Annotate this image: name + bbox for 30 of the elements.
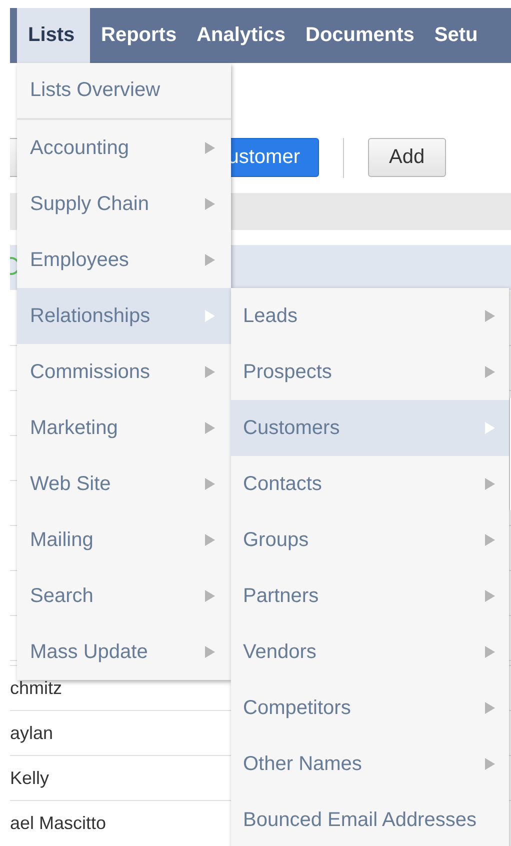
menu-item[interactable]: Prospects	[231, 344, 509, 400]
nav-tab[interactable]: Documents	[294, 8, 424, 63]
menu-item[interactable]: Search	[17, 568, 231, 624]
menu-item[interactable]: Relationships	[17, 288, 231, 344]
nav-tab[interactable]: Lists	[17, 8, 90, 63]
menu-item[interactable]: Partners	[231, 568, 509, 624]
table-cell: chmitz	[10, 678, 62, 698]
menu-item[interactable]: Supply Chain	[17, 176, 231, 232]
menu-item[interactable]: Customers	[231, 400, 509, 456]
menu-item[interactable]: Commissions	[17, 344, 231, 400]
menu-item[interactable]: Other Names	[231, 736, 509, 792]
button[interactable]: Add	[368, 138, 446, 177]
table-cell: ael Mascitto	[10, 812, 106, 834]
menu-item[interactable]: Contacts	[231, 456, 509, 512]
menu-item[interactable]: Employees	[17, 232, 231, 288]
menu-item[interactable]: Vendors	[231, 624, 509, 680]
menu-item[interactable]: Mailing	[17, 512, 231, 568]
menu-item[interactable]: Leads	[231, 288, 509, 344]
menu-item[interactable]: Mass Update	[17, 624, 231, 680]
table-cell: Kelly	[10, 768, 50, 788]
menu-item[interactable]: Web Site	[17, 456, 231, 512]
menu-item[interactable]: Lists Overview	[17, 63, 231, 120]
nav-tab[interactable]: Reports	[90, 8, 186, 63]
nav-tab[interactable]: Setu	[423, 8, 487, 63]
menu-item[interactable]: Competitors	[231, 680, 509, 736]
table-cell: aylan	[10, 722, 54, 744]
nav-tab[interactable]: Analytics	[186, 8, 295, 63]
menu-item[interactable]: Groups	[231, 512, 509, 568]
menu-item[interactable]: Bounced Email Addresses	[231, 792, 509, 846]
menu-item[interactable]: Marketing	[17, 400, 231, 456]
